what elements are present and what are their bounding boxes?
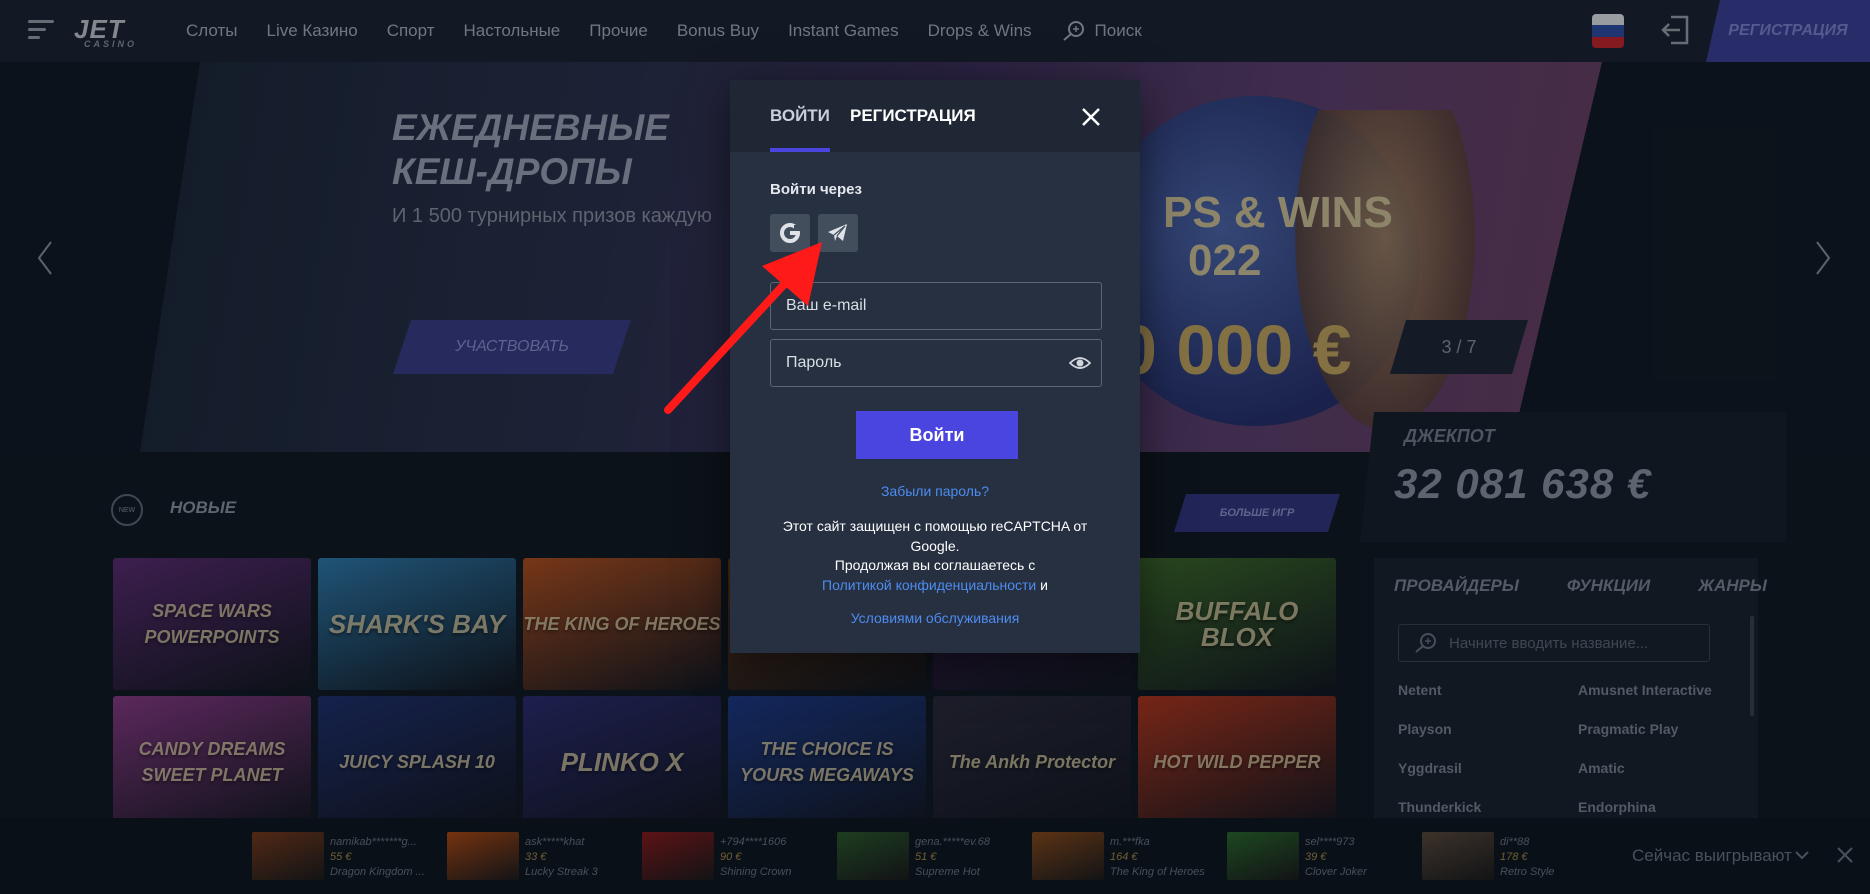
tab-register[interactable]: РЕГИСТРАЦИЯ [850,106,976,126]
tab-login[interactable]: ВОЙТИ [770,106,830,126]
recaptcha-notice: Этот сайт защищен с помощью reCAPTCHA от… [760,517,1110,595]
annotation-arrow-icon [664,242,822,414]
recaptcha-text: Этот сайт защищен с помощью reCAPTCHA от… [782,518,1088,554]
active-tab-indicator [770,148,830,152]
telegram-icon [828,224,847,241]
agree-text: Продолжая вы соглашаетесь с [834,557,1036,573]
login-submit-button[interactable]: Войти [856,411,1018,459]
close-icon[interactable] [1080,106,1102,128]
privacy-policy-link[interactable]: Политикой конфиденциальности [822,577,1036,593]
and-text: и [1040,576,1048,593]
forgot-password-link[interactable]: Забыли пароль? [730,483,1140,499]
eye-icon[interactable] [1069,354,1091,372]
login-via-label: Войти через [770,181,862,198]
terms-of-service-link[interactable]: Условиями обслуживания [730,610,1140,626]
